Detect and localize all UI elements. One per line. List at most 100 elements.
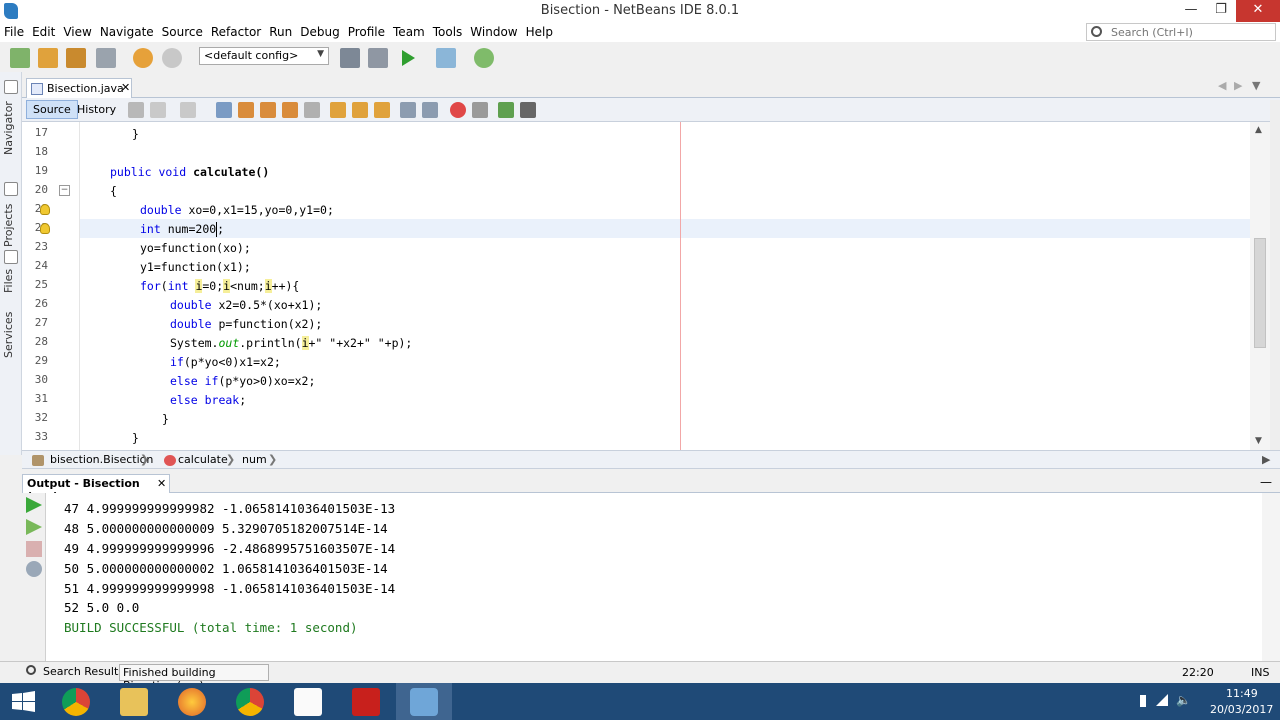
last-edit-icon[interactable] [128,102,144,118]
find-previous-icon[interactable] [238,102,254,118]
taskbar-chrome-canary[interactable] [222,683,278,720]
taskbar-media-app[interactable] [280,683,336,720]
taskbar-netbeans[interactable] [396,683,452,720]
file-tab-bisection[interactable]: Bisection.java ✕ [26,78,132,98]
forward-icon[interactable] [180,102,196,118]
output-console[interactable]: 47 4.999999999999982 -1.0658141036401503… [46,493,1262,661]
taskbar-file-explorer[interactable] [106,683,162,720]
next-bookmark-icon[interactable] [352,102,368,118]
network-icon[interactable] [1156,694,1168,706]
menu-team[interactable]: Team [393,22,429,42]
toggle-selection-icon[interactable] [304,102,320,118]
hint-bulb-icon[interactable] [40,204,50,215]
new-file-icon[interactable] [10,48,30,68]
tab-list-icon[interactable]: ▼ [1252,79,1260,92]
editor-scroll-thumb[interactable] [1254,238,1266,348]
code-line: } [162,410,169,429]
quick-search-input[interactable] [1111,25,1271,39]
side-panel-strip: Navigator Projects Files Services [0,72,22,455]
menu-debug[interactable]: Debug [300,22,343,42]
tray-time[interactable]: 11:49 [1226,687,1258,700]
files-tab[interactable]: Files [2,266,20,296]
taskbar-acrobat[interactable] [338,683,394,720]
stop-icon[interactable] [26,541,42,557]
taskbar-firefox[interactable] [164,683,220,720]
error-stripe[interactable] [1270,100,1280,450]
menu-tools[interactable]: Tools [433,22,467,42]
hint-bulb-icon[interactable] [40,223,50,234]
previous-bookmark-icon[interactable] [330,102,346,118]
run-project-icon[interactable] [402,50,415,66]
menu-profile[interactable]: Profile [348,22,389,42]
panel-toggle-icon[interactable] [4,80,18,94]
start-button[interactable] [0,683,48,720]
back-icon[interactable] [150,102,166,118]
undo-icon[interactable] [133,48,153,68]
new-project-icon[interactable] [38,48,58,68]
breadcrumb-variable[interactable]: num [242,453,267,466]
build-hammer-icon[interactable] [340,48,360,68]
projects-icon[interactable] [4,182,18,196]
history-view-button[interactable]: History [70,100,123,119]
menu-view[interactable]: View [63,22,95,42]
taskbar-chrome[interactable] [48,683,104,720]
rerun-different-params-icon[interactable] [26,519,42,535]
quick-search-box[interactable] [1086,23,1276,41]
menu-run[interactable]: Run [269,22,296,42]
find-icon[interactable] [216,102,232,118]
caret-position: 22:20 [1182,666,1214,679]
menu-help[interactable]: Help [526,22,557,42]
rerun-icon[interactable] [26,497,42,513]
save-all-icon[interactable] [96,48,116,68]
tray-date[interactable]: 20/03/2017 [1210,703,1273,716]
profile-project-icon[interactable] [474,48,494,68]
toggle-highlight-icon[interactable] [282,102,298,118]
code-text-area[interactable]: } public void calculate() { double xo=0,… [80,122,1270,450]
output-tab[interactable]: Output - Bisection (run) ✕ [22,474,170,503]
close-window-button[interactable]: ✕ [1236,0,1280,22]
stop-macro-icon[interactable] [472,102,488,118]
scroll-down-icon[interactable]: ▼ [1255,436,1262,446]
shift-left-icon[interactable] [400,102,416,118]
tab-scroll-right-icon[interactable]: ▶ [1234,79,1242,92]
minimize-panel-icon[interactable]: — [1260,475,1272,489]
menu-file[interactable]: File [4,22,28,42]
fold-collapse-icon[interactable]: − [59,185,70,196]
menu-refactor[interactable]: Refactor [211,22,265,42]
output-vertical-scrollbar[interactable] [1262,493,1280,661]
breadcrumb-method[interactable]: calculate [178,453,228,466]
code-editor[interactable]: 17 18 19 20 21 22 23 24 25 26 27 28 29 3… [22,122,1270,450]
breadcrumb-right-arrow-icon[interactable]: ▶ [1262,453,1270,466]
menu-source[interactable]: Source [162,22,207,42]
breadcrumb-class[interactable]: bisection.Bisection [50,453,153,466]
navigator-tab[interactable]: Navigator [2,98,20,158]
uncomment-icon[interactable] [520,102,536,118]
menu-window[interactable]: Window [470,22,521,42]
close-tab-icon[interactable]: ✕ [121,81,130,94]
editor-vertical-scrollbar[interactable]: ▲ ▼ [1250,122,1270,450]
maximize-button[interactable]: ❐ [1206,0,1236,22]
comment-icon[interactable] [498,102,514,118]
usb-icon[interactable] [1140,695,1146,707]
minimize-button[interactable]: — [1176,0,1206,22]
files-icon[interactable] [4,250,18,264]
scroll-up-icon[interactable]: ▲ [1255,125,1262,135]
volume-icon[interactable]: 🔈 [1176,693,1191,707]
redo-icon[interactable] [162,48,182,68]
shift-right-icon[interactable] [422,102,438,118]
debug-project-icon[interactable] [436,48,456,68]
services-tab[interactable]: Services [2,310,20,360]
open-project-icon[interactable] [66,48,86,68]
toggle-bookmark-icon[interactable] [374,102,390,118]
clean-build-icon[interactable] [368,48,388,68]
projects-tab[interactable]: Projects [2,200,20,250]
menu-navigate[interactable]: Navigate [100,22,158,42]
config-dropdown[interactable]: <default config> ▼ [199,47,329,65]
settings-icon[interactable] [26,561,42,577]
find-next-icon[interactable] [260,102,276,118]
start-macro-icon[interactable] [450,102,466,118]
close-output-icon[interactable]: ✕ [157,477,166,490]
menu-edit[interactable]: Edit [32,22,59,42]
tab-scroll-left-icon[interactable]: ◀ [1218,79,1226,92]
search-results-tab[interactable]: Search Results [43,665,124,678]
